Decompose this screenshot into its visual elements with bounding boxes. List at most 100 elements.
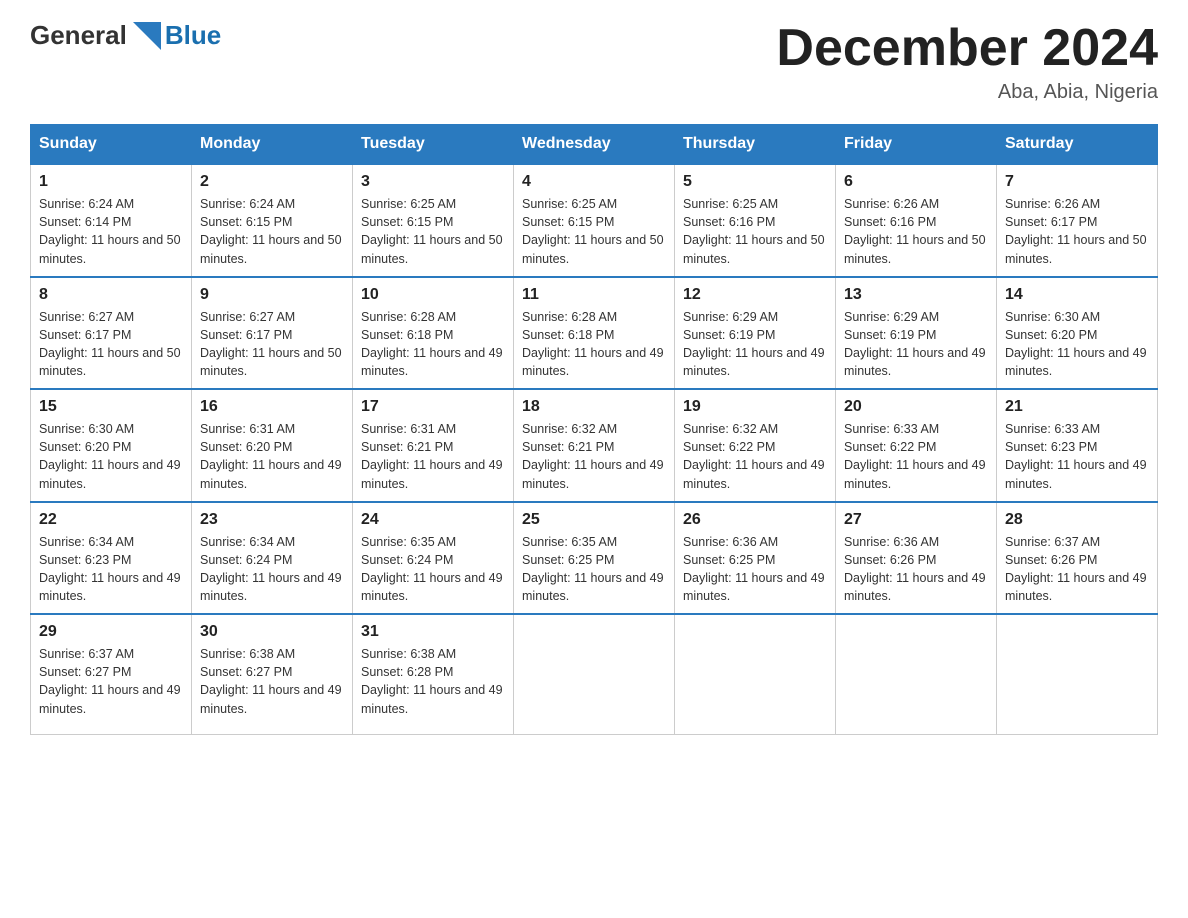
day-number: 28 [1005,511,1149,529]
col-header-tuesday: Tuesday [353,125,514,165]
day-info: Sunrise: 6:31 AMSunset: 6:21 PMDaylight:… [361,420,505,493]
day-info: Sunrise: 6:26 AMSunset: 6:16 PMDaylight:… [844,195,988,268]
day-number: 13 [844,286,988,304]
day-info: Sunrise: 6:37 AMSunset: 6:27 PMDaylight:… [39,645,183,718]
title-block: December 2024 Aba, Abia, Nigeria [776,20,1158,104]
calendar-day-cell [514,614,675,734]
day-info: Sunrise: 6:36 AMSunset: 6:26 PMDaylight:… [844,533,988,606]
col-header-saturday: Saturday [997,125,1158,165]
month-title: December 2024 [776,20,1158,77]
calendar-day-cell: 31 Sunrise: 6:38 AMSunset: 6:28 PMDayligh… [353,614,514,734]
day-number: 18 [522,398,666,416]
logo-text-blue: Blue [165,20,221,51]
calendar-day-cell: 2 Sunrise: 6:24 AMSunset: 6:15 PMDaylight… [192,164,353,277]
calendar-day-cell: 16Sunrise: 6:31 AMSunset: 6:20 PMDayligh… [192,389,353,502]
calendar-day-cell: 24Sunrise: 6:35 AMSunset: 6:24 PMDayligh… [353,502,514,615]
calendar-week-row: 29 Sunrise: 6:37 AMSunset: 6:27 PMDayligh… [31,614,1158,734]
calendar-day-cell: 4Sunrise: 6:25 AMSunset: 6:15 PMDaylight… [514,164,675,277]
calendar-day-cell: 21Sunrise: 6:33 AMSunset: 6:23 PMDayligh… [997,389,1158,502]
calendar-day-cell: 11Sunrise: 6:28 AMSunset: 6:18 PMDayligh… [514,277,675,390]
col-header-monday: Monday [192,125,353,165]
calendar-day-cell: 27 Sunrise: 6:36 AMSunset: 6:26 PMDayligh… [836,502,997,615]
logo-text-general: General [30,20,127,51]
day-number: 19 [683,398,827,416]
day-info: Sunrise: 6:28 AMSunset: 6:18 PMDaylight:… [361,308,505,381]
day-info: Sunrise: 6:30 AMSunset: 6:20 PMDaylight:… [1005,308,1149,381]
calendar-day-cell: 9 Sunrise: 6:27 AMSunset: 6:17 PMDaylight… [192,277,353,390]
day-info: Sunrise: 6:32 AMSunset: 6:21 PMDaylight:… [522,420,666,493]
day-number: 30 [200,623,344,641]
calendar-day-cell [836,614,997,734]
day-number: 31 [361,623,505,641]
calendar-day-cell: 20 Sunrise: 6:33 AMSunset: 6:22 PMDayligh… [836,389,997,502]
day-number: 16 [200,398,344,416]
day-number: 11 [522,286,666,304]
day-info: Sunrise: 6:32 AMSunset: 6:22 PMDaylight:… [683,420,827,493]
day-info: Sunrise: 6:24 AMSunset: 6:14 PMDaylight:… [39,195,183,268]
day-number: 1 [39,173,183,191]
day-number: 10 [361,286,505,304]
calendar-day-cell: 17 Sunrise: 6:31 AMSunset: 6:21 PMDayligh… [353,389,514,502]
day-info: Sunrise: 6:24 AMSunset: 6:15 PMDaylight:… [200,195,344,268]
calendar-day-cell: 3 Sunrise: 6:25 AMSunset: 6:15 PMDaylight… [353,164,514,277]
day-info: Sunrise: 6:36 AMSunset: 6:25 PMDaylight:… [683,533,827,606]
col-header-thursday: Thursday [675,125,836,165]
calendar-day-cell: 23Sunrise: 6:34 AMSunset: 6:24 PMDayligh… [192,502,353,615]
calendar-day-cell: 7 Sunrise: 6:26 AMSunset: 6:17 PMDaylight… [997,164,1158,277]
day-info: Sunrise: 6:34 AMSunset: 6:23 PMDaylight:… [39,533,183,606]
calendar-day-cell: 14 Sunrise: 6:30 AMSunset: 6:20 PMDayligh… [997,277,1158,390]
day-number: 17 [361,398,505,416]
day-info: Sunrise: 6:33 AMSunset: 6:23 PMDaylight:… [1005,420,1149,493]
calendar-header-row: SundayMondayTuesdayWednesdayThursdayFrid… [31,125,1158,165]
day-info: Sunrise: 6:38 AMSunset: 6:28 PMDaylight:… [361,645,505,718]
day-info: Sunrise: 6:29 AMSunset: 6:19 PMDaylight:… [683,308,827,381]
calendar-week-row: 8Sunrise: 6:27 AMSunset: 6:17 PMDaylight… [31,277,1158,390]
day-number: 29 [39,623,183,641]
calendar-day-cell: 1 Sunrise: 6:24 AMSunset: 6:14 PMDaylight… [31,164,192,277]
day-info: Sunrise: 6:29 AMSunset: 6:19 PMDaylight:… [844,308,988,381]
calendar-day-cell: 12Sunrise: 6:29 AMSunset: 6:19 PMDayligh… [675,277,836,390]
day-number: 7 [1005,173,1149,191]
calendar-day-cell: 28 Sunrise: 6:37 AMSunset: 6:26 PMDayligh… [997,502,1158,615]
day-info: Sunrise: 6:35 AMSunset: 6:25 PMDaylight:… [522,533,666,606]
location: Aba, Abia, Nigeria [776,81,1158,104]
day-number: 2 [200,173,344,191]
calendar-day-cell: 6Sunrise: 6:26 AMSunset: 6:16 PMDaylight… [836,164,997,277]
day-info: Sunrise: 6:30 AMSunset: 6:20 PMDaylight:… [39,420,183,493]
calendar-day-cell: 22 Sunrise: 6:34 AMSunset: 6:23 PMDayligh… [31,502,192,615]
calendar-day-cell: 13 Sunrise: 6:29 AMSunset: 6:19 PMDayligh… [836,277,997,390]
day-number: 9 [200,286,344,304]
day-info: Sunrise: 6:38 AMSunset: 6:27 PMDaylight:… [200,645,344,718]
calendar-day-cell: 26 Sunrise: 6:36 AMSunset: 6:25 PMDayligh… [675,502,836,615]
calendar-day-cell: 10 Sunrise: 6:28 AMSunset: 6:18 PMDayligh… [353,277,514,390]
day-info: Sunrise: 6:25 AMSunset: 6:15 PMDaylight:… [522,195,666,268]
day-info: Sunrise: 6:33 AMSunset: 6:22 PMDaylight:… [844,420,988,493]
col-header-wednesday: Wednesday [514,125,675,165]
day-number: 3 [361,173,505,191]
day-info: Sunrise: 6:25 AMSunset: 6:15 PMDaylight:… [361,195,505,268]
calendar-week-row: 1 Sunrise: 6:24 AMSunset: 6:14 PMDaylight… [31,164,1158,277]
day-number: 5 [683,173,827,191]
day-number: 23 [200,511,344,529]
logo-icon [133,22,161,50]
day-number: 22 [39,511,183,529]
day-info: Sunrise: 6:27 AMSunset: 6:17 PMDaylight:… [200,308,344,381]
day-number: 24 [361,511,505,529]
calendar-day-cell: 19 Sunrise: 6:32 AMSunset: 6:22 PMDayligh… [675,389,836,502]
day-info: Sunrise: 6:27 AMSunset: 6:17 PMDaylight:… [39,308,183,381]
col-header-friday: Friday [836,125,997,165]
calendar-day-cell: 15Sunrise: 6:30 AMSunset: 6:20 PMDayligh… [31,389,192,502]
calendar-day-cell: 5Sunrise: 6:25 AMSunset: 6:16 PMDaylight… [675,164,836,277]
calendar-day-cell [997,614,1158,734]
day-info: Sunrise: 6:37 AMSunset: 6:26 PMDaylight:… [1005,533,1149,606]
calendar-day-cell: 25Sunrise: 6:35 AMSunset: 6:25 PMDayligh… [514,502,675,615]
day-info: Sunrise: 6:26 AMSunset: 6:17 PMDaylight:… [1005,195,1149,268]
calendar-day-cell: 18 Sunrise: 6:32 AMSunset: 6:21 PMDayligh… [514,389,675,502]
page-header: General Blue December 2024 Aba, Abia, Ni… [30,20,1158,104]
day-number: 27 [844,511,988,529]
calendar-day-cell: 30 Sunrise: 6:38 AMSunset: 6:27 PMDayligh… [192,614,353,734]
day-number: 26 [683,511,827,529]
day-number: 14 [1005,286,1149,304]
calendar-day-cell [675,614,836,734]
day-number: 20 [844,398,988,416]
